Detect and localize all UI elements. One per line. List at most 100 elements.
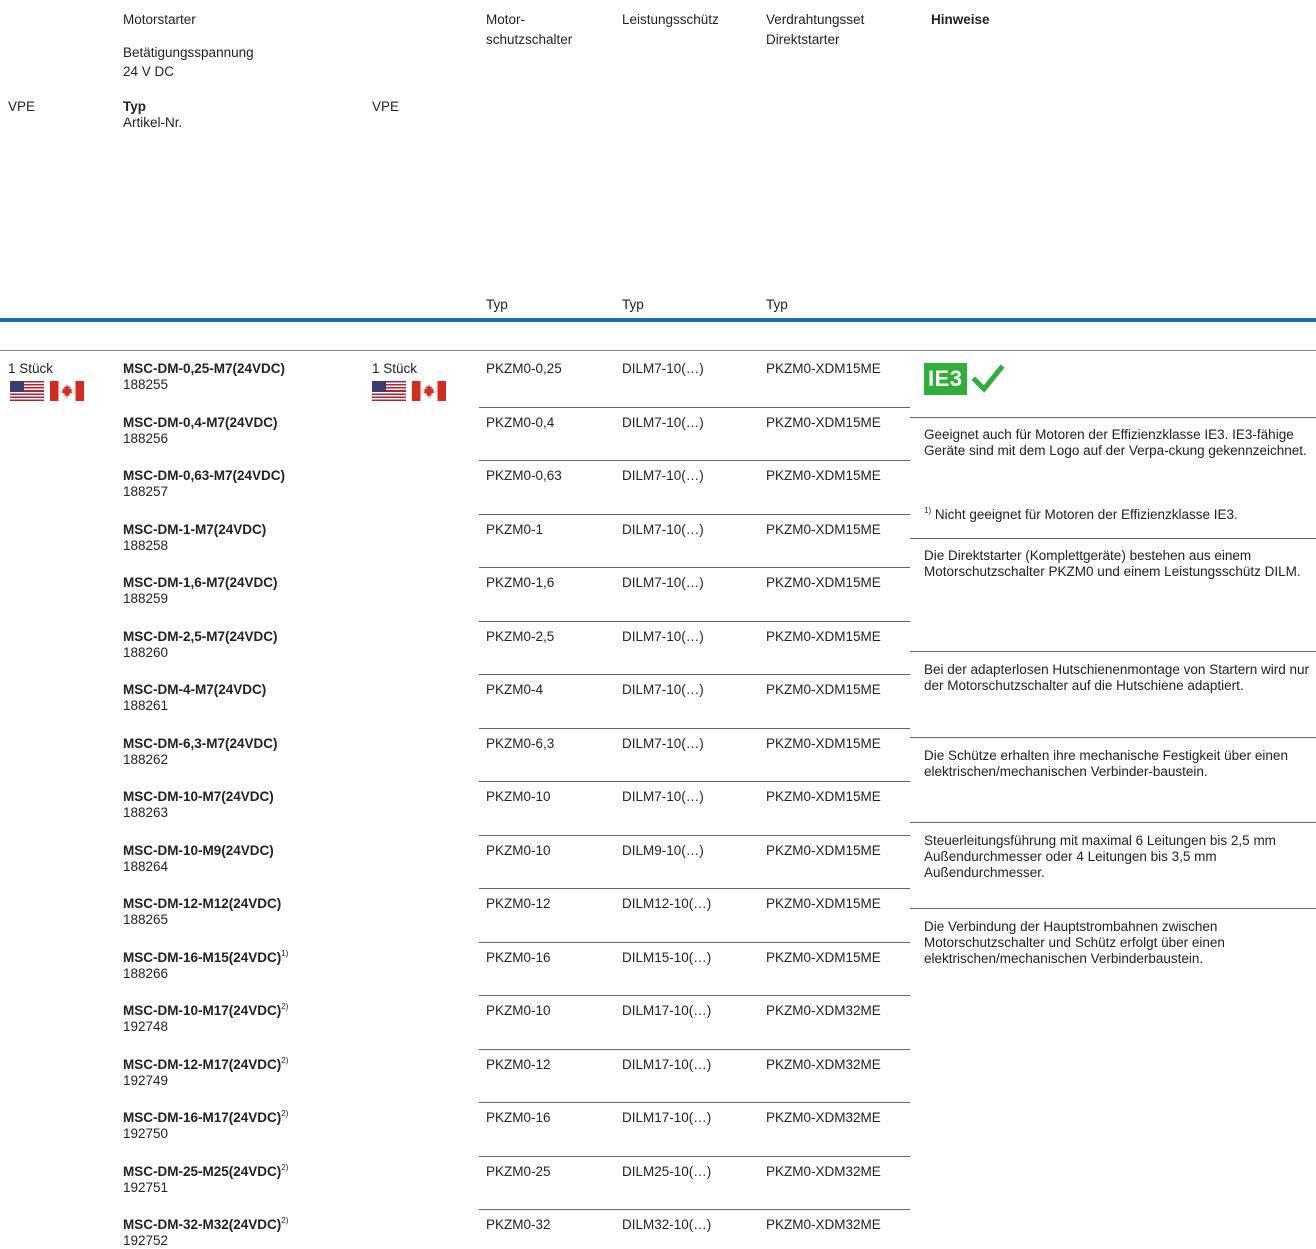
note-mechanical: Die Schütze erhalten ihre mechanische Fe… [924, 748, 1288, 779]
row-article-number: 192749 [123, 1073, 169, 1088]
row-type: MSC-DM-0,25-M7(24VDC) [123, 361, 285, 377]
row-article-number: 188263 [123, 805, 169, 820]
row-contactor: DILM7-10(…) [622, 629, 704, 644]
row-contactor: DILM32-10(…) [622, 1217, 712, 1232]
flag-ca-icon [50, 381, 84, 401]
row-article-number: 188265 [123, 912, 169, 927]
row-contactor: DILM7-10(…) [622, 736, 704, 751]
row-type-label: MSC-DM-25-M25(24VDC) [123, 1164, 282, 1179]
note-mounting: Bei der adapterlosen Hutschienenmontage … [924, 662, 1309, 693]
vpe-right-flags [372, 381, 446, 401]
ie3-logo: IE3 [924, 363, 967, 395]
note-composition: Die Direktstarter (Komplettgeräte) beste… [924, 548, 1301, 579]
row-type: MSC-DM-6,3-M7(24VDC) [123, 736, 278, 752]
row-contactor: DILM17-10(…) [622, 1057, 712, 1072]
row-divider [479, 674, 910, 675]
row-contactor: DILM12-10(…) [622, 896, 712, 911]
row-article-number: 188260 [123, 645, 169, 660]
row-type: MSC-DM-16-M17(24VDC)2) [123, 1110, 288, 1126]
row-divider [479, 995, 910, 996]
row-article-number: 192752 [123, 1233, 169, 1248]
row-wiring-set: PKZM0-XDM15ME [766, 575, 881, 590]
row-type-label: MSC-DM-1-M7(24VDC) [123, 522, 267, 537]
row-divider [479, 1102, 910, 1103]
row-divider [479, 835, 910, 836]
row-type: MSC-DM-1,6-M7(24VDC) [123, 575, 278, 591]
row-divider [479, 1209, 910, 1210]
row-wiring-set: PKZM0-XDM15ME [766, 896, 881, 911]
row-motor-protector: PKZM0-2,5 [486, 629, 555, 644]
row-type-label: MSC-DM-16-M15(24VDC) [123, 950, 282, 965]
row-contactor: DILM9-10(…) [622, 843, 704, 858]
row-wiring-set: PKZM0-XDM32ME [766, 1110, 881, 1125]
header-accent-bar [0, 318, 1316, 322]
row-type-label: MSC-DM-10-M7(24VDC) [123, 789, 274, 804]
row-article-number: 188266 [123, 966, 169, 981]
note-footnote: 1) Nicht geeignet für Motoren der Effizi… [924, 507, 1316, 523]
row-divider [479, 942, 910, 943]
row-motor-protector: PKZM0-0,63 [486, 468, 562, 483]
header-wiring-col-2: Direktstarter [766, 32, 840, 47]
row-wiring-set: PKZM0-XDM32ME [766, 1217, 881, 1232]
footnote-text: Nicht geeignet für Motoren der Effizienz… [934, 507, 1238, 522]
row-wiring-set: PKZM0-XDM32ME [766, 1164, 881, 1179]
row-type-label: MSC-DM-10-M17(24VDC) [123, 1003, 282, 1018]
row-footnote-marker: 2) [281, 1216, 289, 1225]
row-article-number: 192751 [123, 1180, 169, 1195]
row-type: MSC-DM-10-M9(24VDC) [123, 843, 274, 859]
row-type: MSC-DM-0,63-M7(24VDC) [123, 468, 285, 484]
row-divider [479, 1049, 910, 1050]
row-motor-protector: PKZM0-1 [486, 522, 544, 537]
row-type-label: MSC-DM-16-M17(24VDC) [123, 1110, 282, 1125]
row-article-number: 188257 [123, 484, 169, 499]
row-wiring-set: PKZM0-XDM15ME [766, 361, 881, 376]
header-contactor-col: Leistungsschütz [622, 12, 719, 27]
header-motor-col-2: schutzschalter [486, 32, 573, 47]
note-control-wiring: Steuerleitungsführung mit maximal 6 Leit… [924, 833, 1276, 880]
row-motor-protector: PKZM0-10 [486, 1003, 551, 1018]
header-voltage-value: 24 V DC [123, 64, 175, 79]
row-article-number: 188261 [123, 698, 169, 713]
flag-us-icon [10, 381, 44, 401]
header-typ: Typ [123, 99, 146, 114]
row-type-label: MSC-DM-1,6-M7(24VDC) [123, 575, 278, 590]
row-divider [479, 514, 910, 515]
checkmark-icon [970, 364, 1005, 393]
vpe-left-qty: 1 Stück [8, 361, 54, 376]
row-motor-protector: PKZM0-16 [486, 950, 551, 965]
row-contactor: DILM25-10(…) [622, 1164, 712, 1179]
row-wiring-set: PKZM0-XDM15ME [766, 736, 881, 751]
note-ie3: Geeignet auch für Motoren der Effizienzk… [924, 427, 1307, 458]
row-contactor: DILM7-10(…) [622, 415, 704, 430]
header-vpe-right: VPE [372, 99, 400, 114]
row-wiring-set: PKZM0-XDM15ME [766, 468, 881, 483]
row-contactor: DILM7-10(…) [622, 522, 704, 537]
row-contactor: DILM15-10(…) [622, 950, 712, 965]
header-article-nr: Artikel-Nr. [123, 115, 183, 130]
row-wiring-set: PKZM0-XDM15ME [766, 629, 881, 644]
vpe-left-flags [10, 381, 84, 401]
row-type: MSC-DM-10-M17(24VDC)2) [123, 1003, 288, 1019]
row-type: MSC-DM-4-M7(24VDC) [123, 682, 266, 698]
row-type-label: MSC-DM-2,5-M7(24VDC) [123, 629, 278, 644]
row-type: MSC-DM-32-M32(24VDC)2) [123, 1217, 288, 1233]
row-wiring-set: PKZM0-XDM32ME [766, 1003, 881, 1018]
footnote-marker: 1) [924, 506, 932, 515]
row-type: MSC-DM-0,4-M7(24VDC) [123, 415, 278, 431]
header-voltage-label: Betätigungsspannung [123, 45, 254, 60]
row-divider [479, 621, 910, 622]
header-wiring-col-1: Verdrahtungsset [766, 12, 865, 27]
notes-divider [910, 737, 1316, 738]
notes-divider [910, 908, 1316, 909]
row-motor-protector: PKZM0-0,4 [486, 415, 555, 430]
row-divider [479, 1156, 910, 1157]
row-type-label: MSC-DM-12-M12(24VDC) [123, 896, 282, 911]
row-wiring-set: PKZM0-XDM32ME [766, 1057, 881, 1072]
header-motor-col-1: Motor- [486, 12, 526, 27]
row-type: MSC-DM-12-M12(24VDC) [123, 896, 281, 912]
row-article-number: 188255 [123, 377, 169, 392]
note-main-circuit: Die Verbindung der Hauptstrombahnen zwis… [924, 919, 1225, 966]
row-type: MSC-DM-10-M7(24VDC) [123, 789, 274, 805]
header-typ-motor: Typ [486, 297, 508, 312]
row-contactor: DILM7-10(…) [622, 789, 704, 804]
